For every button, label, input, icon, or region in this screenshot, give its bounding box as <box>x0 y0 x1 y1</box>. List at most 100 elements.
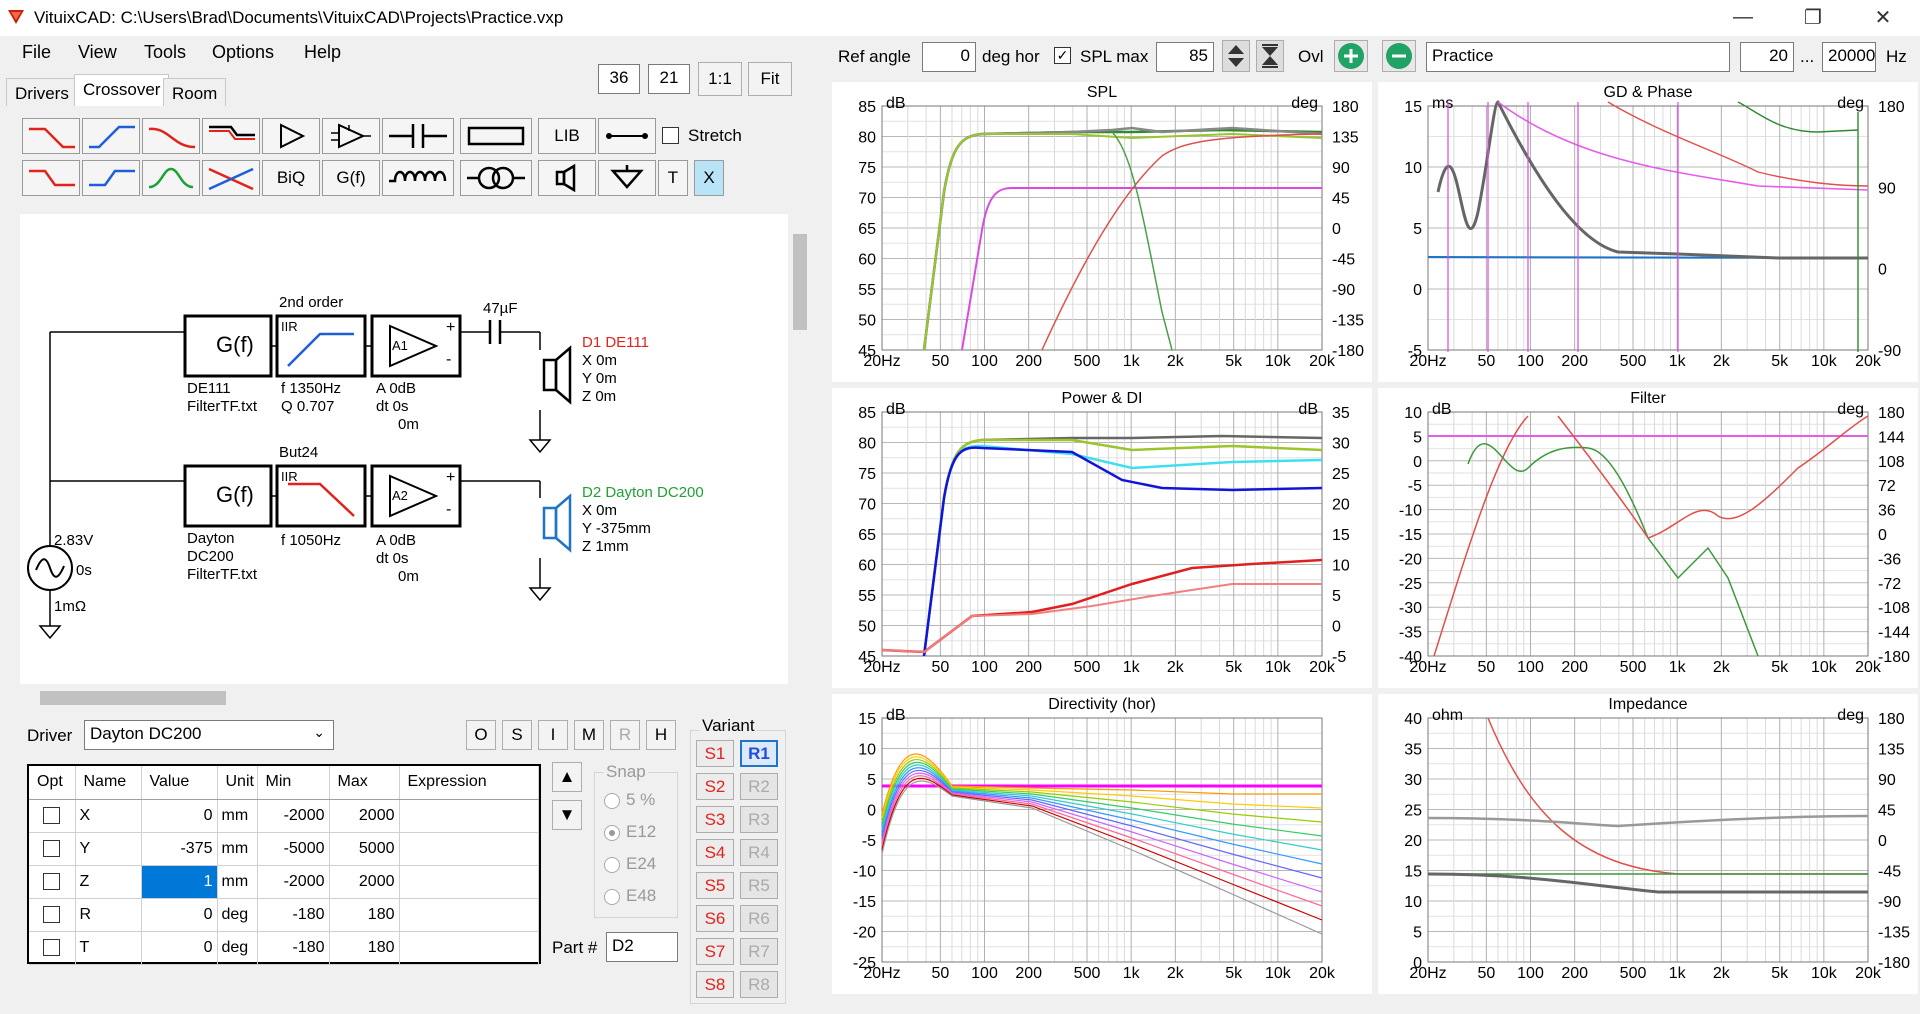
lowpass-3-tool[interactable] <box>22 160 80 196</box>
ground-tool[interactable] <box>598 160 656 196</box>
variant-recall-r1[interactable]: R1 <box>740 740 778 767</box>
chart-directivity[interactable]: Directivity (hor) 15 10 5 0 -5 -10 -15 -20 -25 dB… <box>832 694 1372 994</box>
close-button[interactable]: ✕ <box>1854 0 1912 34</box>
variant-recall-r4[interactable]: R4 <box>740 839 778 866</box>
opt-m-button[interactable]: M <box>574 720 604 750</box>
variant-store-s7[interactable]: S7 <box>696 938 734 965</box>
grid-y-field[interactable]: 21 <box>648 64 690 94</box>
row-min[interactable]: -180 <box>257 931 330 965</box>
row-max[interactable]: 2000 <box>329 799 400 833</box>
opt-s-button[interactable]: S <box>502 720 532 750</box>
row-expression[interactable] <box>399 832 539 866</box>
remove-overlay-button[interactable] <box>1382 40 1416 72</box>
highpass-1-tool[interactable] <box>82 118 140 154</box>
lowpass-1-tool[interactable] <box>22 118 80 154</box>
variant-recall-r3[interactable]: R3 <box>740 806 778 833</box>
chart-impedance[interactable]: Impedance 40 35 30 25 20 15 10 5 0 180 135 90 45 0 -45… <box>1378 694 1918 994</box>
fit-button[interactable]: Fit <box>748 62 792 96</box>
opt-i-button[interactable]: I <box>538 720 568 750</box>
biquad-tool[interactable]: BiQ <box>262 160 320 196</box>
transfer-function-tool[interactable]: G(f) <box>322 160 380 196</box>
variant-recall-r5[interactable]: R5 <box>740 872 778 899</box>
highpass-3-tool[interactable] <box>82 160 140 196</box>
project-name-field[interactable]: Practice <box>1426 42 1730 72</box>
menu-view[interactable]: View <box>78 42 117 63</box>
opt-o-button[interactable]: O <box>466 720 496 750</box>
spl-max-checkbox[interactable]: ✓ <box>1054 47 1071 64</box>
opt-h-button[interactable]: H <box>646 720 676 750</box>
row-value-selected[interactable]: 1 <box>141 865 218 899</box>
row-expression[interactable] <box>399 898 539 932</box>
resistor-tool[interactable] <box>460 118 532 154</box>
text-tool[interactable]: T <box>658 160 688 196</box>
inductor-tool[interactable] <box>382 160 454 196</box>
row-min[interactable]: -5000 <box>257 832 330 866</box>
snap-option-e48[interactable]: E48 <box>604 886 656 906</box>
row-max[interactable]: 5000 <box>329 832 400 866</box>
variant-recall-r6[interactable]: R6 <box>740 905 778 932</box>
tab-crossover[interactable]: Crossover <box>74 74 170 106</box>
row-value[interactable]: 0 <box>141 931 218 965</box>
move-down-button[interactable]: ▼ <box>552 800 582 830</box>
row-value[interactable]: 0 <box>141 799 218 833</box>
opt-r-button[interactable]: R <box>610 720 640 750</box>
row-value[interactable]: 0 <box>141 898 218 932</box>
freq-max-field[interactable]: 20000 <box>1822 42 1876 72</box>
restore-button[interactable]: ❐ <box>1784 0 1842 34</box>
row-opt-checkbox[interactable] <box>43 872 61 890</box>
row-value[interactable]: -375 <box>141 832 218 866</box>
row-opt-checkbox[interactable] <box>43 839 61 857</box>
wire-tool[interactable] <box>598 118 656 154</box>
hscroll-thumb[interactable] <box>40 691 226 705</box>
row-opt-checkbox[interactable] <box>43 905 61 923</box>
row-max[interactable]: 180 <box>329 898 400 932</box>
row-min[interactable]: -2000 <box>257 799 330 833</box>
menu-help[interactable]: Help <box>304 42 341 63</box>
freq-min-field[interactable]: 20 <box>1740 42 1794 72</box>
row-expression[interactable] <box>399 931 539 965</box>
tab-room[interactable]: Room <box>163 78 227 106</box>
spl-spin-button[interactable] <box>1222 40 1250 72</box>
variant-store-s2[interactable]: S2 <box>696 773 734 800</box>
move-up-button[interactable]: ▲ <box>552 762 582 792</box>
variant-store-s6[interactable]: S6 <box>696 905 734 932</box>
part-field[interactable]: D2 <box>606 932 678 962</box>
ref-angle-field[interactable]: 0 <box>922 42 976 72</box>
minimize-button[interactable]: — <box>1714 0 1772 34</box>
row-opt-checkbox[interactable] <box>43 806 61 824</box>
variant-store-s1[interactable]: S1 <box>696 740 734 767</box>
chart-gd-phase[interactable]: GD & Phase 15 10 5 0 -5 180 90 0 -90 ms deg 20Hz 50 1… <box>1378 82 1918 382</box>
row-max[interactable]: 180 <box>329 931 400 965</box>
lowpass-2-tool[interactable] <box>142 118 200 154</box>
tab-drivers[interactable]: Drivers <box>6 78 78 106</box>
snap-option-e12[interactable]: E12 <box>604 822 656 842</box>
library-tool[interactable]: LIB <box>538 118 596 154</box>
zoom-1to1-button[interactable]: 1:1 <box>698 62 742 96</box>
variant-store-s8[interactable]: S8 <box>696 971 734 998</box>
variant-store-s5[interactable]: S5 <box>696 872 734 899</box>
schematic-hscrollbar[interactable] <box>20 688 788 708</box>
spl-max-field[interactable]: 85 <box>1156 42 1214 72</box>
delete-tool[interactable]: X <box>694 160 724 196</box>
chart-filter[interactable]: Filter 10 5 0 -5 -10 -15 -20 -25 -30 -35 -40 180 144… <box>1378 388 1918 688</box>
transformer-tool[interactable] <box>460 160 532 196</box>
amplifier-tool[interactable] <box>262 118 320 154</box>
capacitor-tool[interactable] <box>382 118 454 154</box>
row-opt-checkbox[interactable] <box>43 938 61 956</box>
menu-tools[interactable]: Tools <box>144 42 186 63</box>
shelf-tool[interactable] <box>202 118 260 154</box>
opamp-tool[interactable] <box>322 118 380 154</box>
snap-option-5pct[interactable]: 5 % <box>604 790 655 810</box>
schematic-canvas[interactable]: + - + - G(f) IIR A1 2nd order DE111 Filt… <box>20 214 788 684</box>
menu-options[interactable]: Options <box>212 42 274 63</box>
stretch-checkbox[interactable] <box>662 127 679 144</box>
row-min[interactable]: -180 <box>257 898 330 932</box>
spl-auto-button[interactable] <box>1256 40 1284 72</box>
row-expression[interactable] <box>399 865 539 899</box>
row-expression[interactable] <box>399 799 539 833</box>
row-max[interactable]: 2000 <box>329 865 400 899</box>
add-overlay-button[interactable] <box>1334 40 1368 72</box>
chart-power-di[interactable]: Power & DI 85 80 75 70 65 60 55 50 45 35 30 25 20 15 1… <box>832 388 1372 688</box>
vscroll-thumb[interactable] <box>793 234 807 330</box>
snap-option-e24[interactable]: E24 <box>604 854 656 874</box>
